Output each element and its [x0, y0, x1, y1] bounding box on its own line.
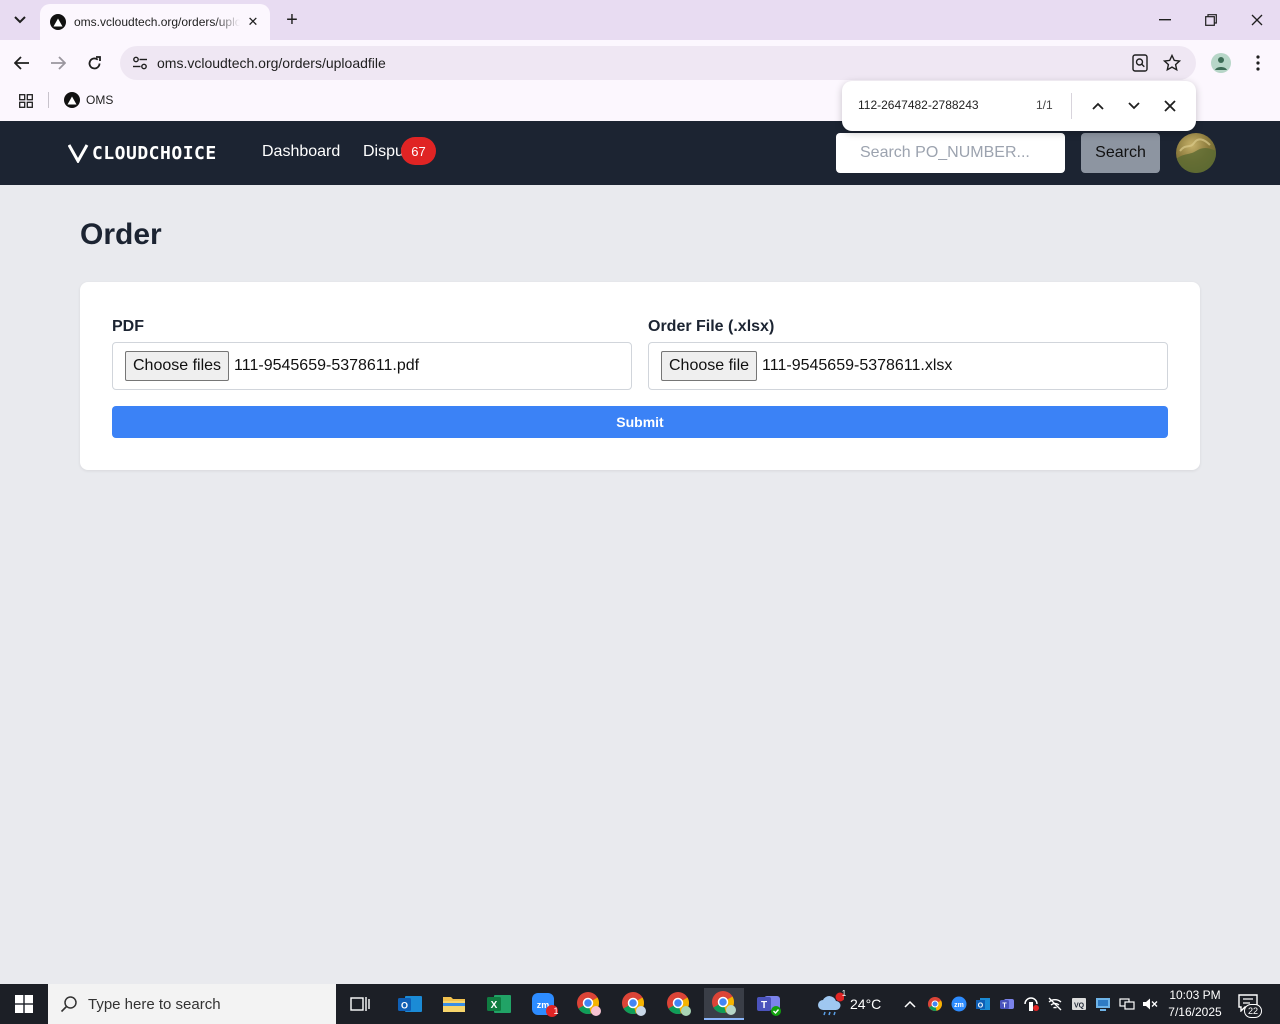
find-close-icon[interactable] [1158, 94, 1182, 118]
nav-disputes[interactable]: Dispu [363, 143, 404, 161]
search-button[interactable]: Search [1081, 133, 1160, 173]
nav-dashboard[interactable]: Dashboard [262, 143, 340, 161]
taskbar-search-box[interactable]: Type here to search [48, 984, 336, 1024]
cloudchoice-logo[interactable]: CLOUDCHOICE [68, 141, 217, 165]
page-search-icon[interactable] [1128, 51, 1152, 75]
teams-icon[interactable]: T [749, 988, 789, 1020]
bookmarks-divider [48, 92, 49, 108]
logo-text: CLOUDCHOICE [92, 142, 217, 164]
task-view-icon[interactable] [340, 988, 380, 1020]
svg-text:O: O [978, 1003, 984, 1010]
new-tab-button[interactable]: + [280, 8, 304, 32]
outlook-tray-icon[interactable]: O [973, 994, 993, 1014]
svg-text:O: O [401, 1001, 408, 1011]
tab-title: oms.vcloudtech.org/orders/uploadfile [74, 15, 240, 29]
windows-start-icon[interactable] [0, 984, 48, 1024]
zoom-icon[interactable]: zm 1 [524, 988, 564, 1020]
svg-text:T: T [1002, 1003, 1007, 1010]
pdf-selected-file: 111-9545659-5378611.pdf [234, 357, 420, 374]
notification-count: 22 [1244, 1004, 1262, 1018]
find-previous-icon[interactable] [1086, 94, 1110, 118]
find-divider [1071, 93, 1072, 119]
svg-text:X: X [491, 1000, 498, 1011]
notification-center-icon[interactable]: 22 [1236, 994, 1264, 1018]
close-tab-icon[interactable]: ✕ [244, 13, 262, 31]
svg-text:T: T [761, 1000, 767, 1011]
find-bar: 112-2647482-2788243 1/1 [842, 81, 1196, 131]
reload-icon[interactable] [80, 49, 108, 77]
chevron-up-icon[interactable] [900, 994, 920, 1014]
triangle-logo-icon [64, 92, 80, 108]
site-settings-icon[interactable] [130, 53, 150, 73]
url-text: oms.vcloudtech.org/orders/uploadfile [157, 55, 386, 71]
bookmark-star-icon[interactable] [1160, 51, 1184, 75]
excel-icon[interactable]: X [479, 988, 519, 1020]
weather-temperature: 24°C [850, 996, 882, 1012]
back-icon[interactable] [8, 49, 36, 77]
teams-tray-icon[interactable]: T [997, 994, 1017, 1014]
chrome-profile-3-icon[interactable] [659, 988, 699, 1020]
clock-date: 7/16/2025 [1168, 1005, 1222, 1019]
page-title: Order [80, 218, 162, 251]
menu-dots-icon[interactable] [1246, 51, 1270, 75]
pdf-file-input[interactable]: Choose files 111-9545659-5378611.pdf [112, 342, 632, 390]
close-window-icon[interactable] [1242, 8, 1272, 32]
chrome-active-icon[interactable] [704, 988, 744, 1020]
minimize-icon[interactable] [1150, 8, 1180, 32]
network-tray-icon[interactable] [1117, 994, 1137, 1014]
browser-tab[interactable]: oms.vcloudtech.org/orders/uploadfile ✕ [40, 4, 270, 40]
chevron-down-icon [14, 16, 26, 24]
weather-icon[interactable]: 1 [810, 988, 850, 1020]
restore-icon[interactable] [1196, 8, 1226, 32]
apps-grid-icon[interactable] [14, 89, 38, 113]
order-file-label: Order File (.xlsx) [648, 318, 775, 335]
find-next-icon[interactable] [1122, 94, 1146, 118]
volume-muted-icon[interactable] [1140, 994, 1160, 1014]
bookmark-oms[interactable]: OMS [58, 88, 119, 112]
taskbar-search-placeholder: Type here to search [88, 995, 221, 1013]
user-avatar[interactable] [1176, 133, 1216, 173]
order-choose-file-button[interactable]: Choose file [661, 351, 758, 381]
bookmark-label: OMS [86, 93, 114, 107]
svg-text:zm: zm [954, 1002, 964, 1009]
profile-avatar-icon[interactable] [1209, 51, 1233, 75]
taskbar-clock[interactable]: 10:03 PM 7/16/2025 [1162, 987, 1228, 1021]
triangle-logo-icon [50, 14, 66, 30]
clock-time: 10:03 PM [1169, 988, 1221, 1002]
outlook-icon[interactable]: O [390, 988, 430, 1020]
zoom-badge: 1 [553, 1006, 559, 1016]
network-disabled-tray-icon[interactable] [1045, 994, 1065, 1014]
chrome-profile-1-icon[interactable] [569, 988, 609, 1020]
po-number-search-input[interactable] [836, 133, 1065, 173]
file-explorer-icon[interactable] [434, 988, 474, 1020]
disputes-count-badge: 67 [401, 137, 436, 165]
pdf-label: PDF [112, 318, 144, 335]
chrome-tray-icon[interactable] [925, 994, 945, 1014]
vpn-tray-icon[interactable]: VQ [1069, 994, 1089, 1014]
search-icon [60, 996, 77, 1013]
find-match-count: 1/1 [1036, 98, 1053, 112]
find-input[interactable]: 112-2647482-2788243 [858, 98, 979, 112]
v-logo-icon [68, 144, 89, 163]
submit-button[interactable]: Submit [112, 406, 1168, 438]
zoom-tray-icon[interactable]: zm [949, 994, 969, 1014]
order-selected-file: 111-9545659-5378611.xlsx [762, 357, 953, 374]
svg-text:VQ: VQ [1074, 1003, 1085, 1010]
order-file-input[interactable]: Choose file 111-9545659-5378611.xlsx [648, 342, 1168, 390]
address-bar[interactable]: oms.vcloudtech.org/orders/uploadfile [120, 46, 1196, 80]
tab-search-button[interactable] [6, 6, 34, 34]
forward-icon[interactable] [44, 49, 72, 77]
pdf-choose-files-button[interactable]: Choose files [125, 351, 230, 381]
weather-badge: 1 [841, 989, 847, 998]
display-tray-icon[interactable] [1093, 994, 1113, 1014]
security-tray-icon[interactable] [1021, 994, 1041, 1014]
chrome-profile-2-icon[interactable] [614, 988, 654, 1020]
